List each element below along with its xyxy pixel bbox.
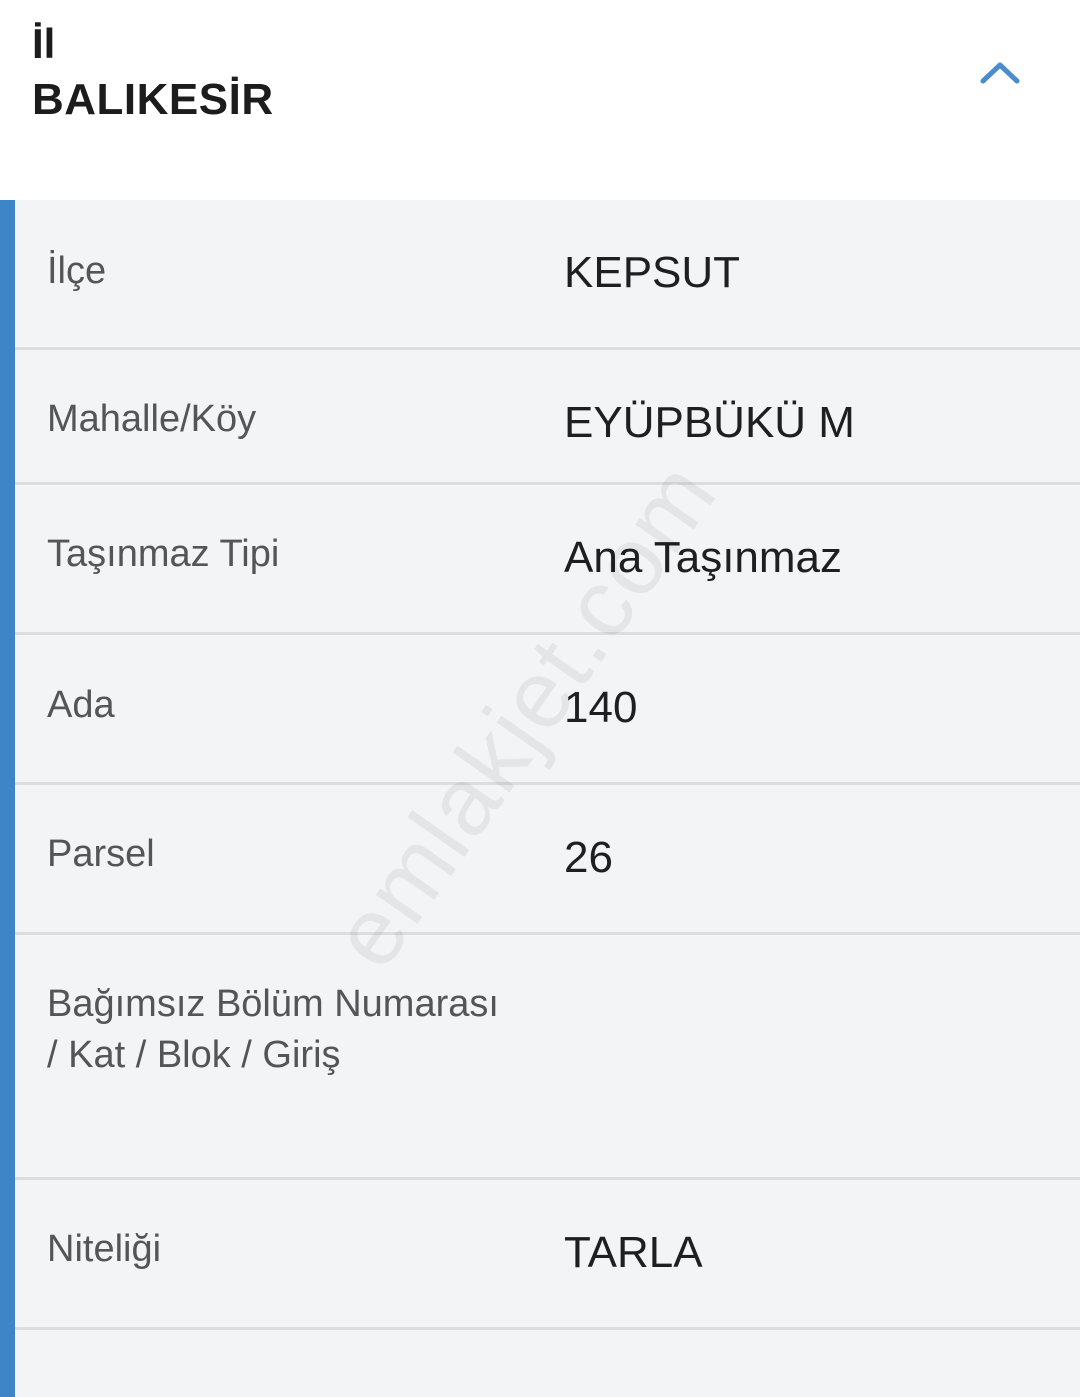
row-label: Niteliği — [47, 1228, 162, 1270]
accent-bar — [0, 200, 15, 1397]
chevron-up-icon — [980, 62, 1020, 84]
detail-row-parsel: Parsel 26 — [15, 785, 1080, 935]
detail-row-niteligi: Niteliği TARLA — [15, 1180, 1080, 1330]
row-value: Ana Taşınmaz — [564, 533, 843, 582]
detail-row-bagimsiz-bolum: Bağımsız Bölüm Numarası / Kat / Blok / G… — [15, 935, 1080, 1180]
row-label: Mahalle/Köy — [47, 398, 257, 440]
detail-row-ilce: İlçe KEPSUT — [15, 200, 1080, 350]
row-label: Taşınmaz Tipi — [47, 533, 280, 575]
collapse-toggle-button[interactable] — [968, 44, 1032, 100]
row-label: Bağımsız Bölüm Numarası / Kat / Blok / G… — [47, 983, 499, 1076]
row-value: TARLA — [564, 1228, 703, 1277]
row-value: KEPSUT — [564, 248, 741, 297]
row-label: İlçe — [47, 250, 107, 292]
details-panel: İlçe KEPSUT Mahalle/Köy EYÜPBÜKÜ M Taşın… — [0, 200, 1080, 1397]
header-value: BALIKESİR — [32, 75, 274, 124]
row-label: Ada — [47, 684, 115, 726]
detail-row-tasinmaz-tipi: Taşınmaz Tipi Ana Taşınmaz — [15, 485, 1080, 635]
section-header[interactable]: İl BALIKESİR — [0, 0, 1080, 200]
detail-row-ada: Ada 140 — [15, 635, 1080, 785]
row-label: Parsel — [47, 833, 155, 875]
row-value: 26 — [564, 833, 613, 882]
row-value: 140 — [564, 683, 638, 732]
row-value: EYÜPBÜKÜ M — [564, 398, 855, 447]
detail-row-mahalle: Mahalle/Köy EYÜPBÜKÜ M — [15, 350, 1080, 485]
header-label: İl — [32, 20, 56, 67]
